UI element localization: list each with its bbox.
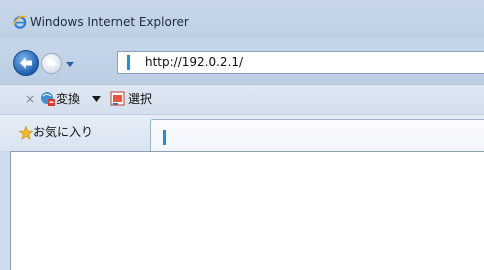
- recent-pages-dropdown[interactable]: [65, 59, 75, 69]
- back-arrow-icon: [20, 57, 32, 69]
- translate-button[interactable]: 変換: [56, 91, 80, 107]
- page-content[interactable]: [10, 151, 484, 270]
- select-button[interactable]: 選択: [128, 91, 152, 107]
- translate-icon: [41, 92, 55, 106]
- window-title: Windows Internet Explorer: [30, 15, 189, 29]
- forward-arrow-icon: [46, 59, 57, 68]
- favorites-button[interactable]: お気に入り: [33, 124, 93, 140]
- tab-current[interactable]: [150, 119, 484, 152]
- page-icon: [127, 55, 130, 70]
- ie-logo-icon: [13, 15, 27, 29]
- star-icon: [19, 126, 33, 140]
- window-frame: [0, 151, 10, 270]
- select-icon: [110, 91, 125, 106]
- chevron-down-icon[interactable]: [92, 96, 101, 102]
- browser-window: Windows Internet Explorer http://192.0.2…: [0, 0, 484, 270]
- back-button[interactable]: [13, 50, 39, 76]
- tab-page-icon: [163, 130, 166, 145]
- address-text[interactable]: http://192.0.2.1/: [145, 54, 243, 70]
- forward-button[interactable]: [41, 53, 62, 74]
- close-icon[interactable]: ×: [25, 92, 35, 106]
